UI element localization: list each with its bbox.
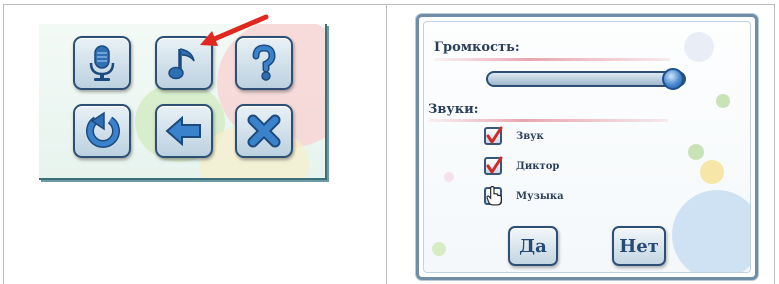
volume-underline <box>434 58 670 61</box>
main-menu-panel <box>39 24 327 180</box>
narrator-option-label: Диктор <box>516 160 560 172</box>
sound-option-label: Звук <box>516 130 544 142</box>
sounds-label: Звуки: <box>428 102 479 117</box>
cancel-button[interactable]: Нет <box>612 226 666 266</box>
sounds-underline <box>428 119 668 122</box>
decor-blob <box>684 32 714 62</box>
decor-blob <box>716 94 730 108</box>
microphone-icon <box>89 45 115 81</box>
music-option-label: Музыка <box>516 190 564 202</box>
ok-button[interactable]: Да <box>508 226 558 266</box>
checkmark-icon <box>486 156 503 174</box>
sound-checkbox[interactable] <box>484 126 503 145</box>
exit-button[interactable] <box>235 104 293 158</box>
close-icon <box>247 114 281 148</box>
frame-right-line <box>774 4 775 284</box>
music-checkbox[interactable] <box>484 186 502 206</box>
dialog-body: Громкость: Звуки: Звук Диктор Музыка Да … <box>423 21 751 273</box>
decor-blob <box>432 242 446 256</box>
sound-settings-dialog: Громкость: Звуки: Звук Диктор Музыка Да … <box>416 14 758 280</box>
volume-label: Громкость: <box>434 40 520 55</box>
hand-cursor-icon <box>486 186 502 206</box>
narrator-checkbox[interactable] <box>484 156 503 175</box>
red-arrow-pointer <box>200 14 269 46</box>
decor-blob <box>700 160 724 184</box>
option-music[interactable]: Музыка <box>484 186 564 206</box>
volume-slider[interactable] <box>486 68 686 90</box>
volume-slider-handle[interactable] <box>662 68 684 90</box>
decor-blob <box>688 144 704 160</box>
restart-button[interactable] <box>73 104 131 158</box>
option-sound[interactable]: Звук <box>484 126 544 146</box>
frame-divider-line <box>386 4 387 284</box>
microphone-button[interactable] <box>73 36 131 90</box>
decor-blob <box>444 172 454 182</box>
back-button[interactable] <box>155 104 213 158</box>
music-note-icon <box>168 48 195 80</box>
question-icon <box>252 44 276 81</box>
refresh-icon <box>86 111 120 148</box>
option-narrator[interactable]: Диктор <box>484 156 559 176</box>
checkmark-icon <box>486 126 503 144</box>
decor-blob <box>672 190 750 272</box>
frame-left-line <box>3 4 4 284</box>
back-arrow-icon <box>165 115 201 147</box>
frame-top-line <box>3 4 775 5</box>
